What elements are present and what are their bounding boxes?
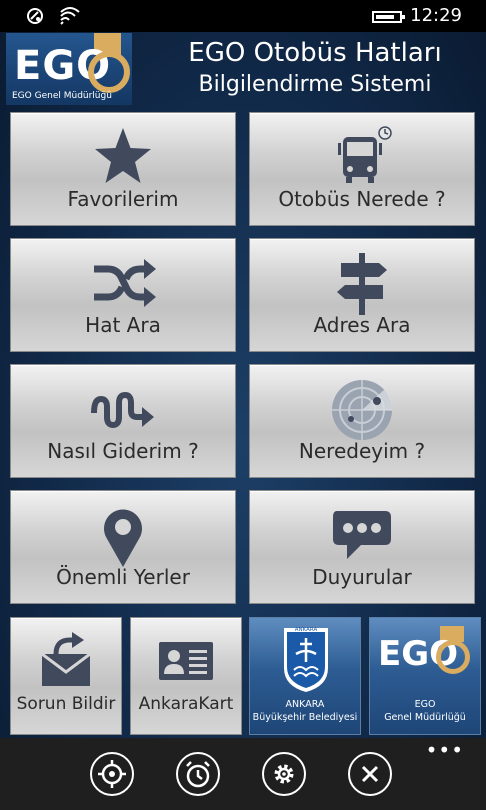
tile-label: Favorilerim xyxy=(67,187,179,211)
tile-label: Otobüs Nerede ? xyxy=(278,187,446,211)
speech-bubble-icon xyxy=(333,511,391,559)
promo-caption: EGO Genel Müdürlüğü xyxy=(370,698,480,724)
signal-icon xyxy=(27,8,43,24)
tile-sorun-bildir[interactable]: Sorun Bildir xyxy=(10,617,122,735)
promo-caption: ANKARA Büyükşehir Belediyesi xyxy=(250,698,360,724)
tile-otobus-nerede[interactable]: Otobüs Nerede ? xyxy=(249,112,475,226)
tile-nasil-giderim[interactable]: Nasıl Giderim ? xyxy=(10,364,236,478)
promo-line1: ANKARA xyxy=(285,699,325,710)
logo-subtitle: EGO Genel Müdürlüğü xyxy=(12,91,112,101)
wifi-icon xyxy=(60,7,80,25)
tile-label: Nasıl Giderim ? xyxy=(47,439,199,463)
tile-ankarakart[interactable]: AnkaraKart xyxy=(130,617,242,735)
promo-line2: Genel Müdürlüğü xyxy=(384,712,466,723)
ego-promo-logo: EGO xyxy=(370,618,482,698)
signpost-icon xyxy=(337,253,387,315)
clock-time: 12:29 xyxy=(410,5,462,26)
tile-duyurular[interactable]: Duyurular xyxy=(249,490,475,604)
tile-label: AnkaraKart xyxy=(138,694,234,714)
ankara-logo-icon: ANKARA xyxy=(284,627,328,692)
id-card-icon xyxy=(159,642,213,680)
settings-icon xyxy=(274,764,294,784)
tile-adres-ara[interactable]: Adres Ara xyxy=(249,238,475,352)
app-bar: ••• xyxy=(0,738,486,810)
status-bar: 12:29 xyxy=(0,0,486,32)
tile-favorilerim[interactable]: Favorilerim xyxy=(10,112,236,226)
logo-ring xyxy=(436,640,470,674)
ego-logo: EGO EGO Genel Müdürlüğü xyxy=(6,33,132,105)
tile-label: Önemli Yerler xyxy=(56,565,190,589)
ankara-municipality-link[interactable]: ANKARA ANKARA Büyükşehir Belediyesi xyxy=(249,617,361,735)
locate-icon xyxy=(98,760,126,788)
app-title-line1: EGO Otobüs Hatları xyxy=(188,38,442,68)
map-pin-icon xyxy=(104,509,142,567)
settings-button[interactable] xyxy=(262,752,306,796)
alarm-clock-icon xyxy=(186,761,210,788)
close-button[interactable] xyxy=(348,752,392,796)
ego-directorate-link[interactable]: EGO EGO Genel Müdürlüğü xyxy=(369,617,481,735)
shuffle-icon xyxy=(94,259,156,307)
tile-label: Neredeyim ? xyxy=(298,439,426,463)
tile-hat-ara[interactable]: Hat Ara xyxy=(10,238,236,352)
app-header: EGO EGO Genel Müdürlüğü EGO Otobüs Hatla… xyxy=(0,32,486,108)
tile-label: Adres Ara xyxy=(313,313,411,337)
promo-line1: EGO xyxy=(414,699,436,710)
tile-label: Sorun Bildir xyxy=(16,694,116,714)
tile-onemli-yerler[interactable]: Önemli Yerler xyxy=(10,490,236,604)
alarm-button[interactable] xyxy=(176,752,220,796)
battery-icon xyxy=(372,11,405,23)
more-options-button[interactable]: ••• xyxy=(426,738,464,762)
app-title-line2: Bilgilendirme Sistemi xyxy=(198,72,432,97)
radar-icon xyxy=(332,380,393,440)
logo-ring xyxy=(88,51,130,93)
locate-button[interactable] xyxy=(90,752,134,796)
tile-label: Duyurular xyxy=(312,565,412,589)
tile-neredeyim[interactable]: Neredeyim ? xyxy=(249,364,475,478)
battery-fill xyxy=(376,15,394,19)
route-arrow-icon xyxy=(91,391,154,429)
tile-label: Hat Ara xyxy=(85,313,161,337)
close-icon xyxy=(361,765,379,783)
promo-line2: Büyükşehir Belediyesi xyxy=(252,712,358,723)
bus-clock-icon xyxy=(338,126,392,183)
ankara-logo-text: ANKARA xyxy=(295,627,318,633)
star-icon xyxy=(95,128,151,183)
mail-forward-icon xyxy=(41,632,91,686)
